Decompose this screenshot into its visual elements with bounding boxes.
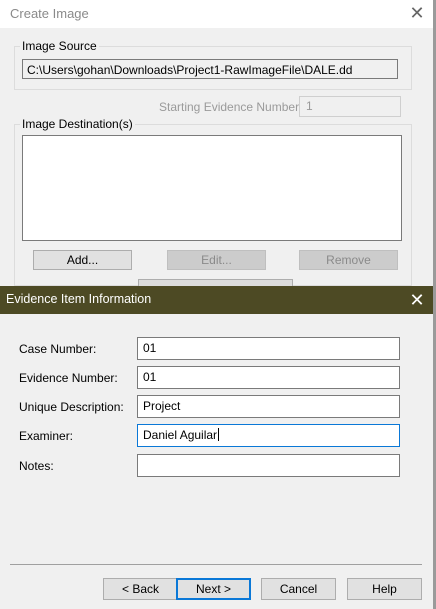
evidence-dialog-titlebar: Evidence Item Information ✕ — [0, 286, 433, 314]
create-image-titlebar: Create Image ✕ — [0, 0, 433, 28]
notes-field[interactable] — [137, 454, 400, 477]
close-icon[interactable]: ✕ — [405, 2, 429, 24]
cancel-button[interactable]: Cancel — [261, 578, 336, 600]
image-destinations-label: Image Destination(s) — [20, 117, 135, 131]
back-button[interactable]: < Back — [103, 578, 178, 600]
examiner-value: Daniel Aguilar — [143, 428, 218, 442]
edit-destination-button[interactable]: Edit... — [167, 250, 266, 270]
image-source-path-field[interactable]: C:\Users\gohan\Downloads\Project1-RawIma… — [22, 59, 398, 79]
unique-description-label: Unique Description: — [19, 400, 124, 414]
help-button[interactable]: Help — [347, 578, 422, 600]
image-source-label: Image Source — [20, 39, 99, 53]
image-destinations-list[interactable] — [22, 135, 402, 241]
starting-evidence-number-label: Starting Evidence Number: — [159, 100, 303, 114]
case-number-field[interactable]: 01 — [137, 337, 400, 360]
text-caret — [218, 428, 220, 441]
create-image-window: Create Image ✕ Image Source C:\Users\goh… — [0, 0, 433, 287]
unique-description-field[interactable]: Project — [137, 395, 400, 418]
close-icon[interactable]: ✕ — [405, 288, 429, 312]
starting-evidence-number-field[interactable]: 1 — [299, 96, 401, 117]
examiner-label: Examiner: — [19, 429, 74, 443]
case-number-label: Case Number: — [19, 342, 97, 356]
button-separator — [10, 564, 422, 565]
next-button[interactable]: Next > — [176, 578, 251, 600]
evidence-number-label: Evidence Number: — [19, 371, 118, 385]
evidence-item-dialog: Evidence Item Information ✕ Case Number:… — [0, 286, 433, 609]
examiner-field[interactable]: Daniel Aguilar — [137, 424, 400, 447]
add-destination-button[interactable]: Add... — [33, 250, 132, 270]
create-image-title: Create Image — [10, 6, 89, 21]
remove-destination-button[interactable]: Remove — [299, 250, 398, 270]
evidence-number-field[interactable]: 01 — [137, 366, 400, 389]
notes-label: Notes: — [19, 459, 54, 473]
evidence-dialog-title: Evidence Item Information — [6, 292, 152, 306]
